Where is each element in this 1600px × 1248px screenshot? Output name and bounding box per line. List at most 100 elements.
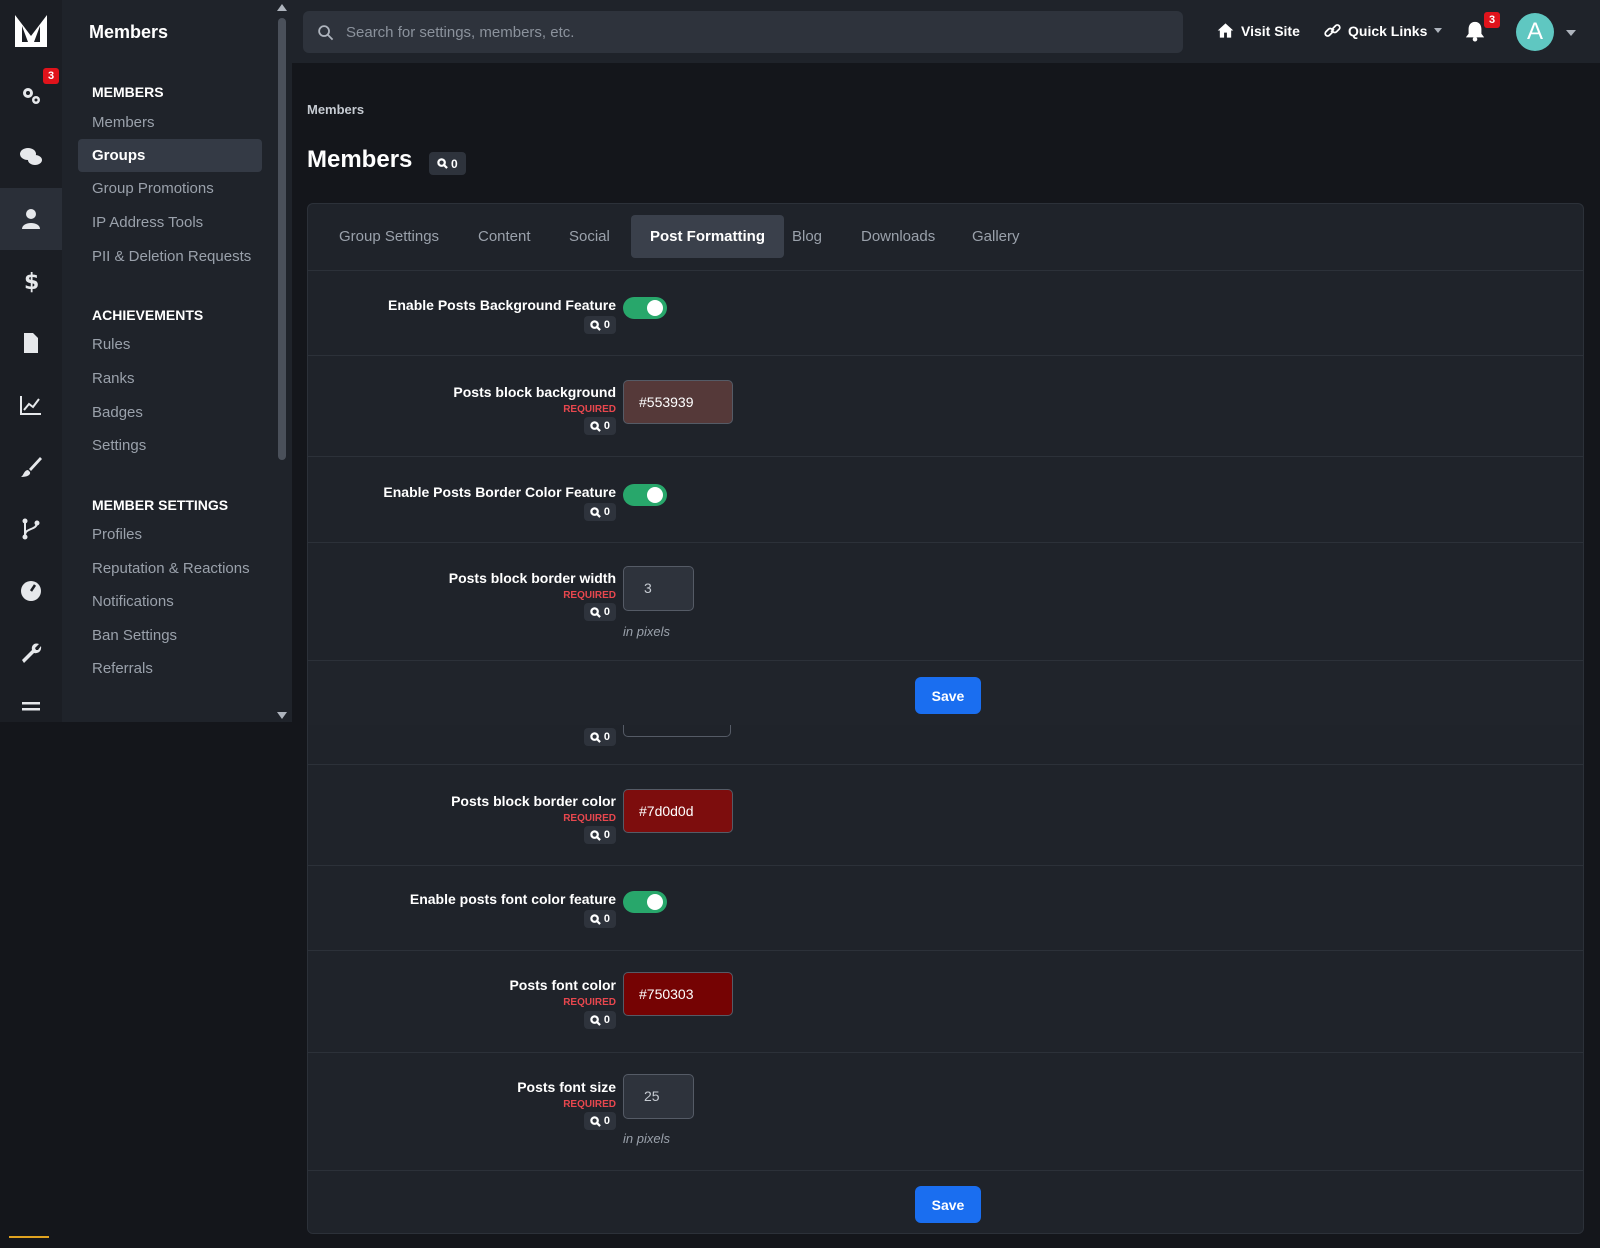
scroll-up-icon[interactable]: [277, 4, 287, 11]
branch-icon: [22, 518, 40, 540]
tab-downloads[interactable]: Downloads: [842, 215, 954, 258]
search-icon: [590, 1115, 601, 1127]
setting-row: Enable Posts Background Feature 0: [308, 271, 1583, 356]
required-label: REQUIRED: [563, 1099, 616, 1110]
sidebar-item-notifications[interactable]: Notifications: [78, 585, 262, 618]
user-icon: [22, 209, 40, 229]
sidebar-item-ban-settings[interactable]: Ban Settings: [78, 619, 262, 652]
bell-icon: [1465, 21, 1485, 42]
bg-color-input[interactable]: #553939: [623, 380, 733, 424]
setting-search-badge[interactable]: 0: [583, 1112, 616, 1130]
rail-performance[interactable]: [0, 560, 62, 622]
notifications-button[interactable]: [1464, 20, 1486, 42]
font-feature-toggle[interactable]: [623, 891, 667, 913]
sidebar-item-ip-address-tools[interactable]: IP Address Tools: [78, 206, 262, 239]
menu-icon: [22, 702, 40, 711]
tab-blog[interactable]: Blog: [773, 215, 841, 258]
gears-icon: [23, 88, 40, 104]
tab-social[interactable]: Social: [550, 215, 629, 258]
sidebar-scrollbar[interactable]: [272, 0, 292, 722]
badge-count: 0: [603, 506, 610, 518]
tab-content[interactable]: Content: [459, 215, 550, 258]
badge-count: 0: [603, 913, 610, 925]
tab-gallery[interactable]: Gallery: [953, 215, 1039, 258]
border-feature-toggle[interactable]: [623, 484, 667, 506]
save-button-bottom[interactable]: Save: [915, 1186, 981, 1223]
tab-bar: Group Settings Content Social Post Forma…: [308, 204, 1583, 271]
sidebar-item-badges[interactable]: Badges: [78, 396, 262, 429]
search-input[interactable]: [346, 23, 1146, 41]
bg-feature-toggle[interactable]: [623, 297, 667, 319]
rail-integrations[interactable]: [0, 498, 62, 560]
sidebar-item-group-promotions[interactable]: Group Promotions: [78, 172, 262, 205]
setting-label: Enable Posts Border Color Feature: [383, 484, 616, 500]
rail-content[interactable]: [0, 312, 62, 374]
setting-search-badge[interactable]: 0: [583, 728, 616, 746]
chart-line-icon: [20, 396, 41, 415]
sidebar-item-groups[interactable]: Groups: [78, 139, 262, 172]
save-button[interactable]: Save: [915, 677, 981, 714]
quick-links-menu[interactable]: Quick Links: [1324, 22, 1443, 39]
border-width-input[interactable]: 3: [623, 566, 694, 611]
top-bar: Visit Site Quick Links 3 A: [292, 0, 1600, 63]
required-label: REQUIRED: [563, 590, 616, 601]
sidebar-item-reputation[interactable]: Reputation & Reactions: [78, 552, 262, 585]
search-icon: [590, 506, 601, 518]
home-icon: [1217, 23, 1234, 38]
visit-site-label: Visit Site: [1241, 22, 1300, 39]
rail-menu[interactable]: [0, 684, 62, 722]
sidebar-item-ranks[interactable]: Ranks: [78, 362, 262, 395]
notification-badge: 3: [1484, 12, 1500, 28]
setting-search-badge[interactable]: 0: [583, 503, 616, 521]
rail-members[interactable]: [0, 188, 62, 250]
breadcrumb[interactable]: Members: [307, 102, 364, 117]
rail-community[interactable]: [0, 126, 62, 188]
rail-commerce[interactable]: $: [0, 250, 62, 312]
sidebar-item-members[interactable]: Members: [78, 106, 262, 139]
setting-search-badge[interactable]: 0: [583, 316, 616, 334]
sidebar-item-settings[interactable]: Settings: [78, 429, 262, 462]
sidebar-item-profiles[interactable]: Profiles: [78, 518, 262, 551]
settings-panel: Group Settings Content Social Post Forma…: [307, 203, 1584, 1234]
tab-post-formatting[interactable]: Post Formatting: [631, 215, 784, 258]
font-color-input[interactable]: #750303: [623, 972, 733, 1016]
chevron-down-icon: [1434, 28, 1443, 33]
sidebar-item-pii-deletion[interactable]: PII & Deletion Requests: [78, 240, 262, 273]
setting-search-badge[interactable]: 0: [583, 417, 616, 435]
search-box[interactable]: [303, 11, 1183, 53]
badge-count: 0: [603, 319, 610, 331]
setting-label: Enable Posts Background Feature: [388, 297, 616, 313]
avatar[interactable]: A: [1516, 13, 1554, 51]
border-color-input[interactable]: #7d0d0d: [623, 789, 733, 833]
rail-customization[interactable]: [0, 436, 62, 498]
required-label: REQUIRED: [563, 813, 616, 824]
setting-search-badge[interactable]: 0: [583, 910, 616, 928]
scroll-thumb[interactable]: [278, 18, 286, 460]
setting-row: Posts font size REQUIRED 0 25 in pixels: [308, 1053, 1583, 1171]
search-icon: [590, 319, 601, 331]
rail-support[interactable]: [0, 622, 62, 684]
account-chevron-down-icon[interactable]: [1566, 30, 1576, 36]
setting-search-badge[interactable]: 0: [583, 1011, 616, 1029]
font-size-input[interactable]: 25: [623, 1074, 694, 1119]
partial-input[interactable]: [623, 725, 731, 737]
logo-icon[interactable]: [14, 14, 48, 48]
rail-stats[interactable]: [0, 374, 62, 436]
required-label: REQUIRED: [563, 997, 616, 1008]
visit-site-link[interactable]: Visit Site: [1217, 22, 1300, 39]
setting-search-badge[interactable]: 0: [583, 826, 616, 844]
tab-group-settings[interactable]: Group Settings: [320, 215, 458, 258]
sidebar-item-rules[interactable]: Rules: [78, 328, 262, 361]
search-icon: [590, 731, 601, 743]
setting-label: Posts block border width: [448, 570, 616, 586]
sidebar-item-referrals[interactable]: Referrals: [78, 652, 262, 685]
scroll-down-icon[interactable]: [277, 712, 287, 719]
setting-search-badge[interactable]: 0: [583, 603, 616, 621]
save-bar: Save: [308, 661, 1583, 725]
search-icon: [590, 1014, 601, 1026]
page-search-count: 0: [451, 156, 458, 171]
icon-rail: 3 $: [0, 0, 62, 722]
app-title: Members: [89, 22, 169, 42]
file-icon: [24, 333, 38, 353]
page-search-badge[interactable]: 0: [429, 152, 466, 175]
